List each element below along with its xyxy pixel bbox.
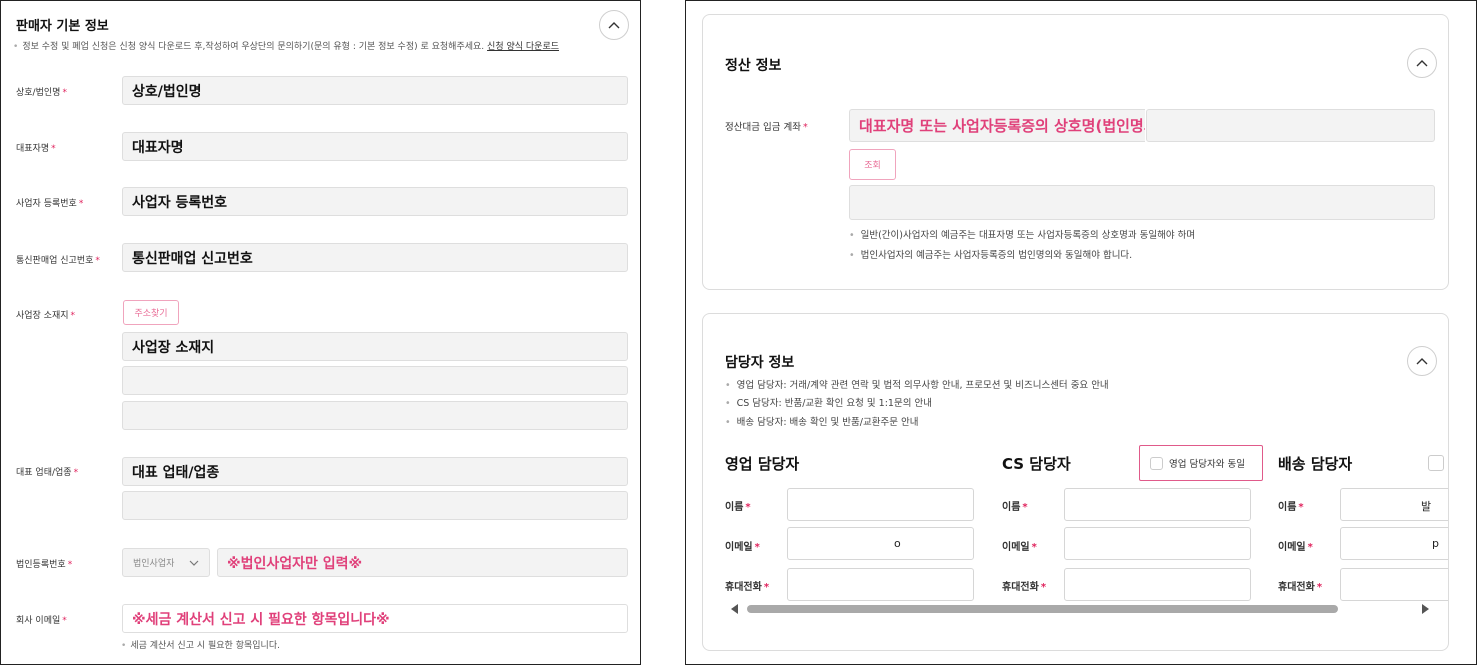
cs-name-input[interactable] [1064, 488, 1251, 521]
company-email-field[interactable]: ※세금 계산서 신고 시 필요한 항목입니다※ [122, 604, 628, 633]
company-email-label: 회사 이메일 * [16, 616, 67, 626]
mail-order-number-field[interactable]: 통신판매업 신고번호 [122, 243, 628, 272]
contacts-note-3: • 배송 담당자: 배송 확인 및 반품/교환주문 안내 [725, 417, 919, 428]
delivery-phone-input[interactable] [1340, 568, 1448, 601]
settlement-note-2: • 법인사업자의 예금주는 사업자등록증의 법인명의와 동일해야 합니다. [849, 250, 1133, 261]
scroll-left-icon[interactable] [731, 604, 738, 614]
delivery-same-checkbox[interactable] [1428, 455, 1444, 471]
collapse-contacts-button[interactable] [1407, 346, 1437, 376]
cs-email-label: 이메일 * [1002, 542, 1037, 553]
settlement-card: 정산 정보 정산대금 입금 계좌 * 대표자명 또는 사업자등록증의 상호명(법인… [702, 14, 1449, 290]
chevron-up-icon [1416, 358, 1428, 365]
address-field-main[interactable]: 사업장 소재지 [122, 332, 628, 361]
delivery-name-label: 이름 * [1278, 502, 1304, 513]
delivery-name-input[interactable]: 발 [1340, 488, 1448, 521]
seller-info-notice: • 정보 수정 및 폐업 신청은 신청 양식 다운로드 후,작성하여 우상단의 문… [13, 42, 560, 52]
sales-phone-label: 휴대전화 * [725, 582, 770, 593]
same-as-sales-checkbox[interactable]: 영업 담당자와 동일 [1139, 445, 1263, 481]
address-field-line3[interactable] [122, 401, 628, 430]
delivery-email-label: 이메일 * [1278, 542, 1313, 553]
business-type-label: 대표 업태/업종 * [16, 468, 79, 478]
account-number-field[interactable] [1146, 109, 1435, 142]
chevron-up-icon [608, 22, 620, 29]
representative-field[interactable]: 대표자명 [122, 132, 628, 161]
account-lookup-button[interactable]: 조회 [849, 149, 896, 180]
company-name-label: 상호/법인명 * [16, 88, 67, 98]
contacts-note-2: • CS 담당자: 반품/교환 확인 요청 및 1:1문의 안내 [725, 398, 932, 409]
settlement-note-1: • 일반(간이)사업자의 예금주는 대표자명 또는 사업자등록증의 상호명과 동일… [849, 230, 1196, 241]
address-field-line2[interactable] [122, 366, 628, 395]
delivery-email-input[interactable]: p [1340, 527, 1448, 560]
representative-label: 대표자명 * [16, 144, 56, 154]
section-title-seller-info: 판매자 기본 정보 [16, 19, 109, 34]
horizontal-scrollbar-thumb[interactable] [747, 605, 1338, 613]
account-label: 정산대금 입금 계좌 * [725, 122, 808, 133]
company-name-field[interactable]: 상호/법인명 [122, 76, 628, 105]
cs-phone-input[interactable] [1064, 568, 1251, 601]
contacts-note-1: • 영업 담당자: 거래/계약 관련 연락 및 법적 의무사항 안내, 프로모션 … [725, 380, 1109, 391]
section-title-contacts: 담당자 정보 [725, 355, 795, 371]
contacts-card: 담당자 정보 • 영업 담당자: 거래/계약 관련 연락 및 법적 의무사항 안내… [702, 313, 1449, 651]
mail-order-number-label: 통신판매업 신고번호 * [16, 256, 100, 266]
settlement-contact-panel: 정산 정보 정산대금 입금 계좌 * 대표자명 또는 사업자등록증의 상호명(법인… [685, 0, 1477, 665]
business-number-field[interactable]: 사업자 등록번호 [122, 187, 628, 216]
cs-phone-label: 휴대전화 * [1002, 582, 1047, 593]
business-kind-select[interactable]: 법인사업자 [122, 548, 210, 577]
corporate-number-field[interactable]: ※법인사업자만 입력※ [217, 548, 628, 577]
chevron-down-icon [189, 560, 199, 566]
download-form-link[interactable]: 신청 양식 다운로드 [487, 42, 559, 52]
sales-email-input[interactable]: o [787, 527, 974, 560]
collapse-seller-info-button[interactable] [599, 10, 629, 40]
chevron-up-icon [1416, 60, 1428, 67]
cs-contact-title: CS 담당자 [1002, 455, 1071, 473]
sales-email-label: 이메일 * [725, 542, 760, 553]
delivery-contact-title: 배송 담당자 [1278, 455, 1353, 473]
seller-info-panel: 판매자 기본 정보 • 정보 수정 및 폐업 신청은 신청 양식 다운로드 후,작… [0, 0, 641, 665]
scroll-right-icon[interactable] [1422, 604, 1429, 614]
delivery-phone-label: 휴대전화 * [1278, 582, 1323, 593]
address-label: 사업장 소재지 * [16, 311, 76, 321]
cs-email-input[interactable] [1064, 527, 1251, 560]
sales-name-input[interactable] [787, 488, 974, 521]
corporate-number-label: 법인등록번호 * [16, 560, 73, 570]
collapse-settlement-button[interactable] [1407, 48, 1437, 78]
section-title-settlement: 정산 정보 [725, 58, 782, 74]
business-number-label: 사업자 등록번호 * [16, 199, 84, 209]
company-email-help: • 세금 계산서 신고 시 필요한 항목입니다. [121, 641, 280, 651]
sales-contact-title: 영업 담당자 [725, 455, 800, 473]
address-search-button[interactable]: 주소찾기 [123, 300, 179, 325]
sales-phone-input[interactable] [787, 568, 974, 601]
account-result-field [849, 185, 1435, 220]
account-holder-field[interactable]: 대표자명 또는 사업자등록증의 상호명(법인명의)과 동일 [849, 109, 1145, 142]
cs-name-label: 이름 * [1002, 502, 1028, 513]
business-type-field[interactable]: 대표 업태/업종 [122, 457, 628, 486]
business-type-field-2[interactable] [122, 491, 628, 520]
sales-name-label: 이름 * [725, 502, 751, 513]
same-as-sales-label: 영업 담당자와 동일 [1169, 459, 1245, 470]
checkbox-box[interactable] [1150, 456, 1163, 470]
